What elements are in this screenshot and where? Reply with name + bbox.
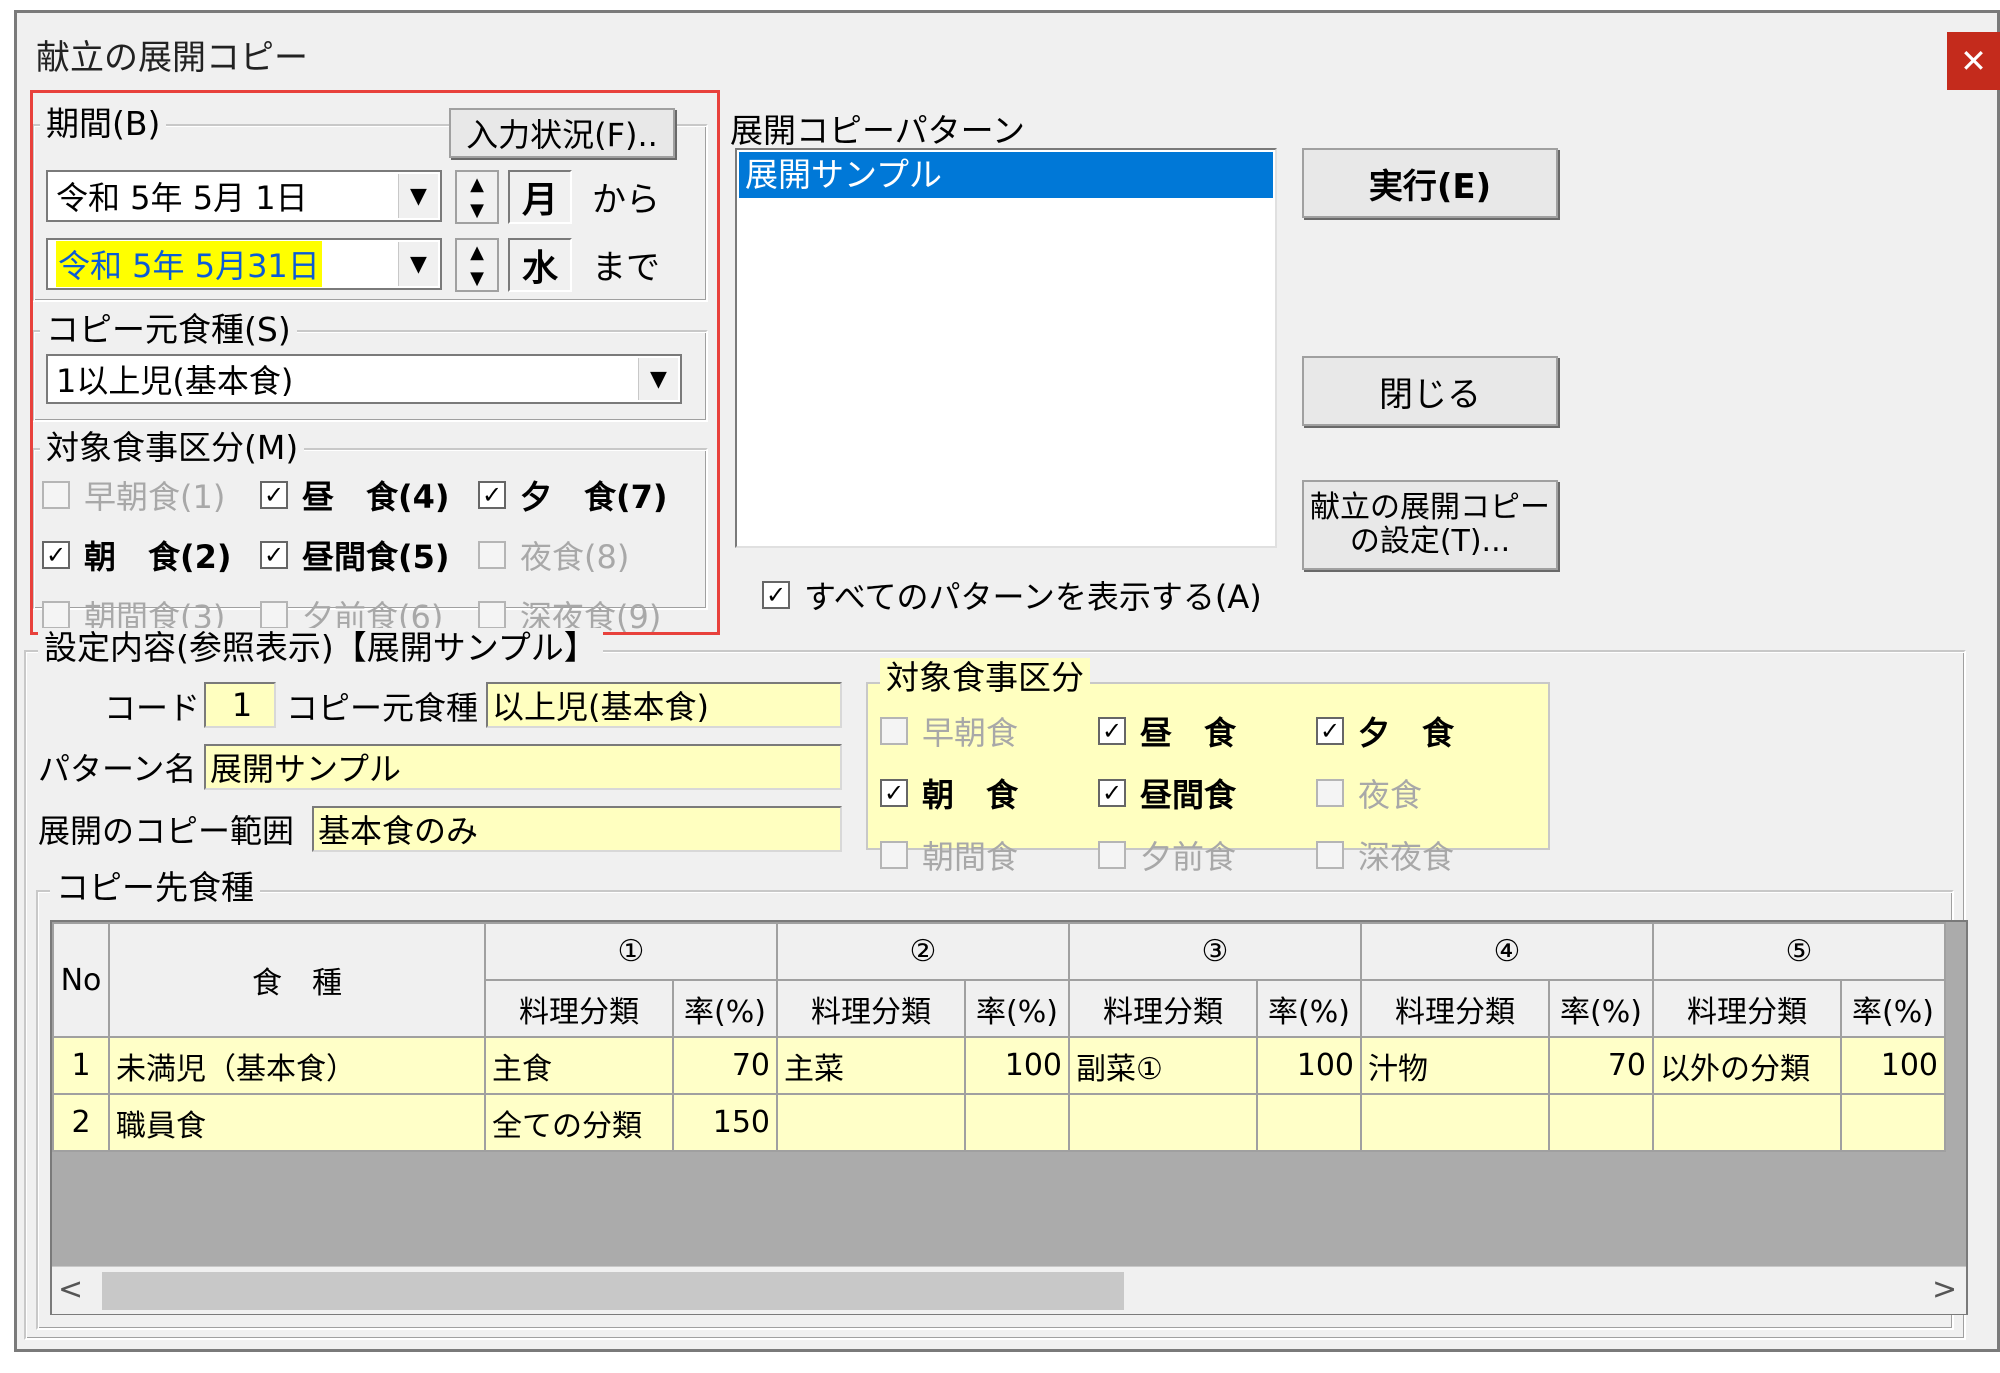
col-header-category: 料理分類 — [1360, 979, 1550, 1038]
row-rate[interactable]: 100 — [964, 1036, 1070, 1095]
meal-ref-item: 朝間食 — [922, 838, 1019, 876]
row-rate[interactable]: 100 — [1256, 1036, 1362, 1095]
col-header-rate: 率(%) — [964, 979, 1070, 1038]
col-header-category: 料理分類 — [776, 979, 966, 1038]
copy-range-label: 展開のコピー範囲 — [38, 812, 295, 850]
pattern-name-label: パターン名 — [38, 750, 197, 788]
col-group-header: ③ — [1068, 922, 1362, 981]
col-header-category: 料理分類 — [1652, 979, 1842, 1038]
row-rate[interactable]: 100 — [1840, 1036, 1946, 1095]
checkbox — [880, 717, 908, 745]
col-group-header: ② — [776, 922, 1070, 981]
pattern-list[interactable]: 展開サンプル — [735, 148, 1277, 548]
show-all-patterns-checkbox[interactable]: ✓ すべてのパターンを表示する(A) — [762, 572, 1262, 618]
col-group-header: ④ — [1360, 922, 1654, 981]
table-row[interactable]: 1 未満児（基本食） 主食 70 主菜 100 副菜① 100 汁物 70 以外… — [52, 1036, 1946, 1095]
execute-button[interactable]: 実行(E) — [1302, 148, 1558, 218]
row-category[interactable]: 以外の分類 — [1652, 1036, 1842, 1095]
annotation-highlight-box — [30, 90, 720, 635]
meal-ref-item: 昼 食 — [1140, 714, 1237, 752]
meal-ref-item: 朝 食 — [922, 776, 1019, 814]
checkbox — [1098, 841, 1126, 869]
meal-ref-item: 早朝食 — [922, 714, 1019, 752]
row-rate[interactable] — [1256, 1093, 1362, 1152]
source-meal-ref-label: コピー元食種 — [286, 689, 479, 727]
checkbox: ✓ — [1316, 717, 1344, 745]
pattern-label: 展開コピーパターン — [730, 111, 1026, 150]
row-category[interactable] — [1652, 1093, 1842, 1152]
pattern-name-field: 展開サンプル — [204, 744, 842, 790]
pattern-list-item[interactable]: 展開サンプル — [739, 152, 1273, 198]
checkbox: ✓ — [1098, 779, 1126, 807]
row-meal[interactable]: 職員食 — [108, 1093, 486, 1152]
col-header-rate: 率(%) — [1548, 979, 1654, 1038]
scroll-left-icon[interactable]: < — [58, 1272, 83, 1307]
checkbox: ✓ — [1098, 717, 1126, 745]
meal-ref-item: 昼間食 — [1140, 776, 1237, 814]
row-no: 2 — [52, 1093, 110, 1152]
pattern-settings-button[interactable]: 献立の展開コピー の設定(T)... — [1302, 480, 1558, 570]
code-label: コード — [104, 689, 201, 727]
col-header-meal: 食 種 — [108, 922, 486, 1038]
row-rate[interactable]: 150 — [672, 1093, 778, 1152]
meal-division-ref-checkboxes: 早朝食 ✓ 昼 食 ✓ 夕 食 ✓ 朝 食 ✓ 昼間食 夜食 朝間食 夕前食 深夜食 — [880, 708, 1540, 878]
row-rate[interactable] — [964, 1093, 1070, 1152]
scrollbar-thumb[interactable] — [102, 1272, 1124, 1310]
row-meal[interactable]: 未満児（基本食） — [108, 1036, 486, 1095]
close-button[interactable]: 閉じる — [1302, 356, 1558, 426]
scroll-right-icon[interactable]: > — [1932, 1272, 1957, 1307]
code-field: 1 — [204, 682, 276, 728]
col-header-rate: 率(%) — [1256, 979, 1362, 1038]
row-category[interactable]: 主菜 — [776, 1036, 966, 1095]
checkbox: ✓ — [880, 779, 908, 807]
checkbox[interactable]: ✓ — [762, 581, 790, 609]
meal-ref-item: 深夜食 — [1358, 838, 1455, 876]
dest-meal-label: コピー先食種 — [50, 868, 260, 908]
row-category[interactable]: 副菜① — [1068, 1036, 1258, 1095]
row-category[interactable]: 汁物 — [1360, 1036, 1550, 1095]
close-icon[interactable]: ✕ — [1947, 32, 2000, 90]
row-category[interactable] — [776, 1093, 966, 1152]
row-category[interactable]: 主食 — [484, 1036, 674, 1095]
row-rate[interactable] — [1840, 1093, 1946, 1152]
col-header-category: 料理分類 — [484, 979, 674, 1038]
row-rate[interactable]: 70 — [672, 1036, 778, 1095]
settings-view-label: 設定内容(参照表示)【展開サンプル】 — [38, 628, 603, 668]
source-meal-ref-field: 以上児(基本食) — [486, 682, 842, 728]
col-header-no: No — [52, 922, 110, 1038]
col-group-header: ⑤ — [1652, 922, 1946, 981]
meal-ref-item: 夕前食 — [1140, 838, 1237, 876]
meal-ref-item: 夜食 — [1358, 776, 1423, 814]
table-row[interactable]: 2 職員食 全ての分類 150 — [52, 1093, 1946, 1152]
copy-range-field: 基本食のみ — [312, 806, 842, 852]
checkbox — [1316, 779, 1344, 807]
col-group-header: ① — [484, 922, 778, 981]
checkbox — [880, 841, 908, 869]
row-category[interactable]: 全ての分類 — [484, 1093, 674, 1152]
checkbox — [1316, 841, 1344, 869]
row-no: 1 — [52, 1036, 110, 1095]
row-rate[interactable]: 70 — [1548, 1036, 1654, 1095]
row-category[interactable] — [1360, 1093, 1550, 1152]
meal-ref-item: 夕 食 — [1358, 714, 1455, 752]
col-header-rate: 率(%) — [1840, 979, 1946, 1038]
meal-division-ref-label: 対象食事区分 — [880, 658, 1090, 698]
window-title: 献立の展開コピー — [36, 38, 308, 78]
dest-meal-table: No 食 種 ① ② ③ ④ ⑤ 料理分類 率(%) 料理分類 率(%) 料理分… — [52, 922, 1946, 1152]
col-header-rate: 率(%) — [672, 979, 778, 1038]
row-rate[interactable] — [1548, 1093, 1654, 1152]
row-category[interactable] — [1068, 1093, 1258, 1152]
col-header-category: 料理分類 — [1068, 979, 1258, 1038]
